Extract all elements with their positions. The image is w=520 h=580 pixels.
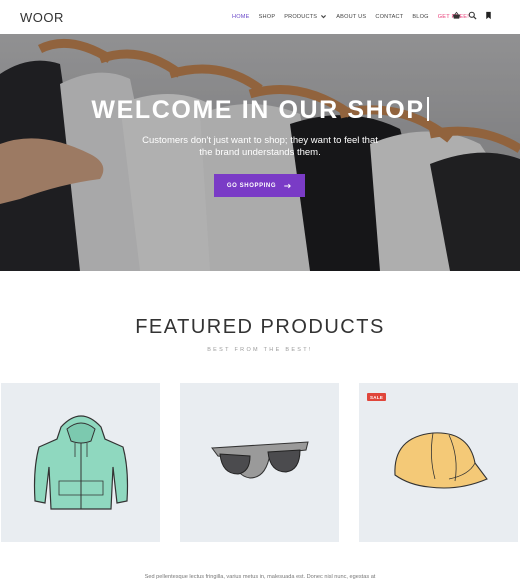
product-card-cap[interactable]: SALE — [359, 383, 518, 542]
nav-item-products-label: PRODUCTS — [284, 13, 318, 20]
bookmark-icon[interactable] — [484, 11, 493, 20]
nav-item-products[interactable]: PRODUCTS — [284, 13, 327, 20]
featured-title: FEATURED PRODUCTS — [135, 316, 385, 338]
hero-title-text: WELCOME IN OUR SHOP — [91, 96, 425, 124]
arrow-right-icon — [284, 183, 292, 188]
go-shopping-label: GO SHOPPING — [226, 182, 277, 189]
nav-item-shop[interactable]: SHOP — [259, 14, 276, 20]
product-card-sunglasses[interactable] — [180, 383, 339, 542]
product-card-hoodie[interactable] — [1, 383, 160, 542]
main-nav: HOME SHOP PRODUCTS ABOUT US CONTACT BLOG… — [232, 13, 478, 20]
nav-item-about[interactable]: ABOUT US — [336, 14, 366, 20]
hoodie-icon — [33, 415, 129, 510]
basket-icon[interactable] — [452, 11, 461, 20]
featured-subtitle: BEST FROM THE BEST! — [207, 347, 313, 353]
hero-subtitle: Customers don't just want to shop; they … — [142, 135, 378, 158]
text-cursor — [426, 97, 429, 121]
nav-item-contact[interactable]: CONTACT — [375, 14, 403, 20]
nav-item-home[interactable]: HOME — [232, 14, 250, 20]
header-tools — [452, 11, 500, 20]
hero-banner: WELCOME IN OUR SHOP Customers don't just… — [0, 34, 520, 271]
sunglasses-icon — [211, 441, 309, 479]
go-shopping-button[interactable]: GO SHOPPING — [214, 174, 305, 197]
chevron-down-icon — [321, 15, 327, 19]
intro-paragraph: Sed pellentesque lectus fringilla, variu… — [144, 574, 376, 580]
nav-item-blog[interactable]: BLOG — [412, 14, 428, 20]
sale-badge: SALE — [367, 393, 387, 401]
logo[interactable]: WOOR — [20, 10, 64, 25]
search-icon[interactable] — [468, 11, 477, 20]
site-header: WOOR HOME SHOP PRODUCTS ABOUT US CONTACT… — [0, 0, 520, 34]
hero-title: WELCOME IN OUR SHOP — [0, 96, 520, 125]
cap-icon — [394, 432, 488, 489]
